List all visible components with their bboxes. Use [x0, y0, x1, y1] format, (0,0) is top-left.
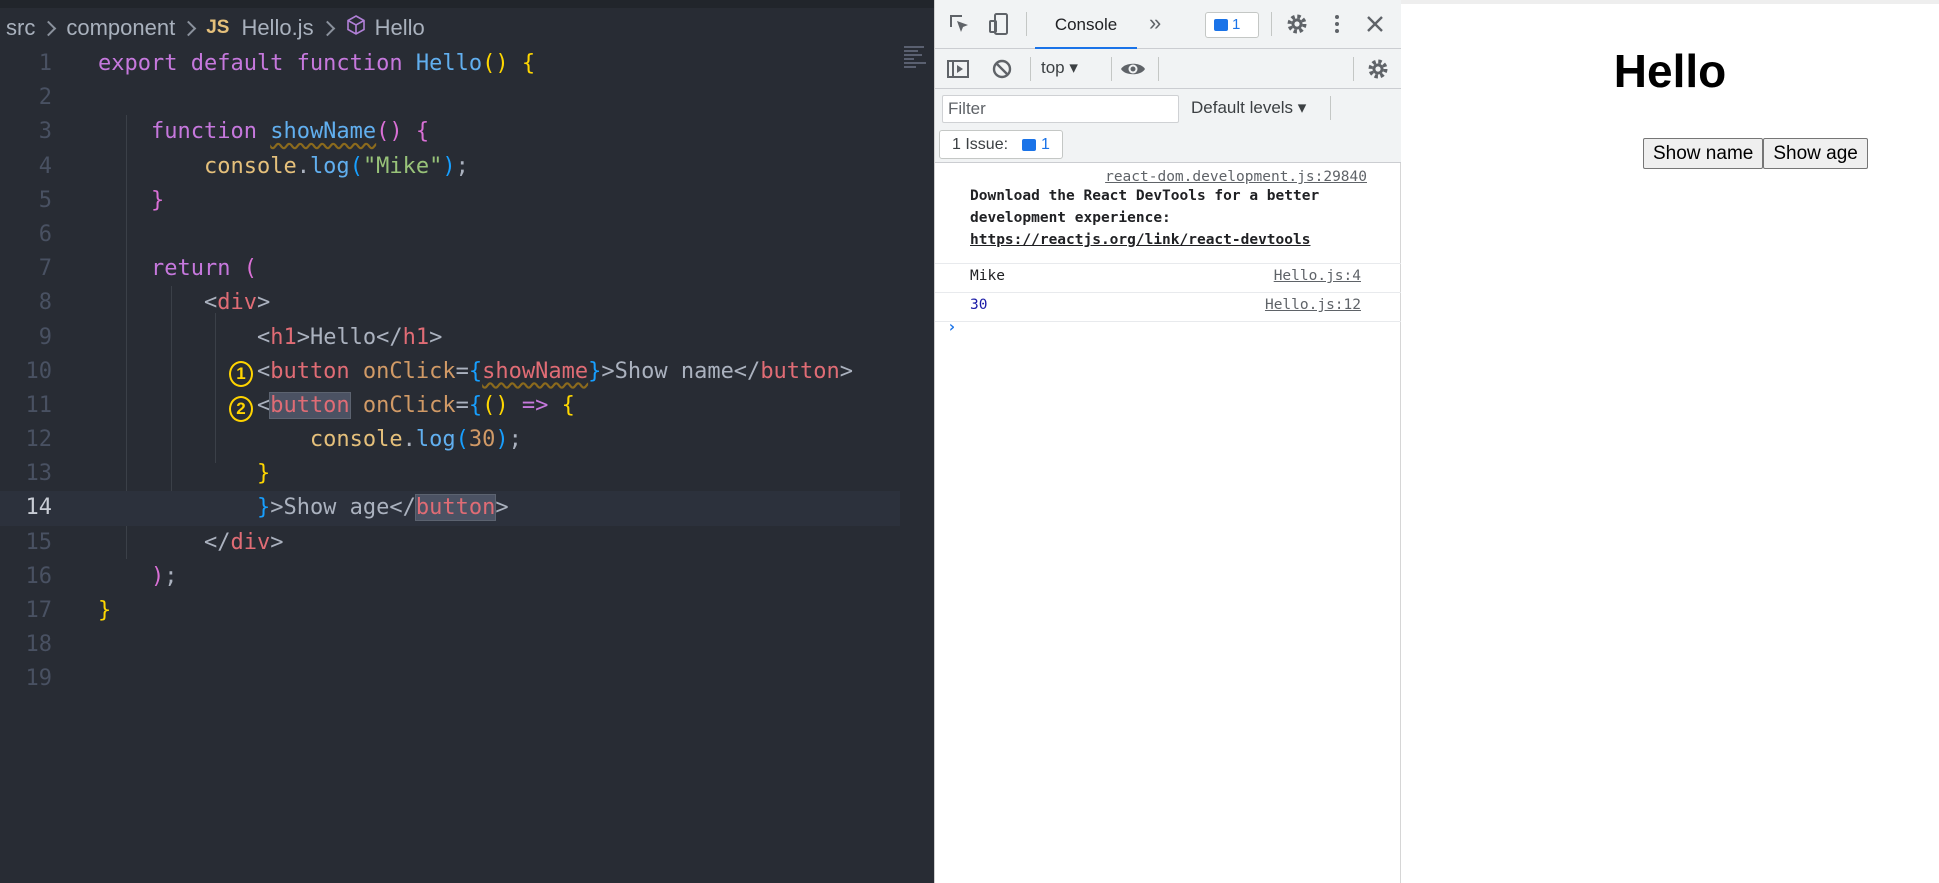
inspect-icon[interactable] — [947, 12, 971, 41]
clear-console-icon[interactable] — [990, 57, 1014, 86]
code-line: 3 function showName() { — [38, 119, 430, 145]
breadcrumb: src component JS Hello.js Hello — [6, 14, 425, 42]
console-settings-icon[interactable] — [1366, 57, 1390, 86]
code-line: 4 console.log("Mike"); — [38, 153, 469, 179]
console-message: Mike Hello.js:4 — [935, 264, 1401, 293]
code-line: 7 return ( — [38, 256, 257, 282]
breadcrumb-folder-component[interactable]: component — [66, 15, 175, 41]
annotation-circle-1: 1 — [229, 361, 253, 387]
close-icon[interactable] — [1363, 12, 1387, 41]
message-value: Mike — [970, 268, 1005, 284]
issues-button[interactable]: 1 Issue: 1 — [939, 130, 1063, 159]
code-line: 8 <div> — [38, 290, 271, 316]
code-area[interactable]: 1 export default function Hello() { 2 3 f… — [0, 47, 900, 697]
device-toggle-icon[interactable] — [987, 12, 1011, 41]
issues-bar: 1 Issue: 1 — [935, 127, 1401, 163]
console-messages: react-dom.development.js:29840 Download … — [935, 163, 1401, 336]
console-prompt[interactable]: › — [947, 317, 957, 336]
issues-icon — [1022, 139, 1036, 151]
issues-icon — [1214, 19, 1228, 31]
breadcrumb-file[interactable]: Hello.js — [241, 15, 313, 41]
console-message: react-dom.development.js:29840 Download … — [935, 163, 1401, 264]
code-line: 11 <button onClick={() => { — [25, 391, 575, 419]
issues-badge-button[interactable]: 1 — [1205, 12, 1259, 38]
message-value: 30 — [970, 297, 988, 313]
message-text: Download the React DevTools for a better… — [970, 188, 1320, 226]
code-line: 18 — [25, 632, 53, 658]
log-levels-select[interactable]: Default levels ▾ — [1191, 98, 1306, 118]
more-tabs-button[interactable]: » — [1149, 10, 1161, 36]
chevron-right-icon — [41, 20, 57, 36]
code-line: 15 </div> — [25, 529, 284, 555]
eye-icon[interactable] — [1120, 57, 1146, 86]
js-file-icon: JS — [206, 17, 230, 38]
context-select[interactable]: top ▾ — [1041, 58, 1078, 78]
code-line: 6 — [38, 221, 52, 247]
settings-icon[interactable] — [1285, 12, 1309, 41]
component-icon — [345, 14, 367, 42]
code-line: 10 <button onClick={showName}>Show name<… — [25, 358, 854, 384]
show-name-button[interactable]: Show name — [1643, 138, 1764, 169]
chevron-right-icon — [319, 20, 335, 36]
filter-input[interactable] — [942, 95, 1179, 123]
devtools-panel: Console » 1 top ▾ Filter Default levels … — [934, 0, 1401, 883]
message-source-link[interactable]: Hello.js:12 — [1265, 297, 1361, 313]
page-preview: Hello Show name Show age — [1401, 0, 1939, 883]
devtools-tab-bar: Console » 1 — [935, 0, 1401, 49]
code-line: 2 — [38, 85, 52, 111]
filter-bar: Default levels ▾ — [935, 89, 1401, 127]
tab-console[interactable]: Console — [1035, 12, 1137, 49]
button-group: Show name Show age — [1643, 138, 1868, 169]
console-message: 30 Hello.js:12 — [935, 293, 1401, 322]
breadcrumb-folder-src[interactable]: src — [6, 15, 35, 41]
sidebar-toggle-icon[interactable] — [946, 57, 970, 86]
chevron-right-icon — [180, 20, 197, 36]
more-vert-icon[interactable] — [1325, 12, 1349, 41]
page-heading: Hello — [1613, 45, 1727, 97]
message-source-link[interactable]: Hello.js:4 — [1274, 268, 1361, 284]
code-line: 1 export default function Hello() { — [38, 51, 536, 76]
code-line: 13 } — [25, 461, 271, 487]
code-line: 19 — [25, 666, 53, 692]
code-line: 12 console.log(30); — [25, 427, 522, 453]
code-line: 16 ); — [25, 563, 178, 589]
code-editor[interactable]: src component JS Hello.js Hello 1 export … — [0, 0, 934, 883]
code-line: 9 <h1>Hello</h1> — [38, 324, 443, 350]
breadcrumb-symbol[interactable]: Hello — [375, 15, 425, 41]
console-toolbar: top ▾ — [935, 49, 1401, 89]
minimap[interactable] — [904, 46, 928, 82]
code-line: 5 } — [38, 187, 165, 213]
react-devtools-link[interactable]: https://reactjs.org/link/react-devtools — [970, 232, 1310, 248]
message-source-link[interactable]: react-dom.development.js:29840 — [970, 169, 1367, 185]
code-line-current: 14 }>Show age</button> — [0, 491, 900, 526]
annotation-circle-2: 2 — [229, 396, 253, 422]
editor-tab-strip — [0, 0, 934, 8]
show-age-button[interactable]: Show age — [1763, 138, 1868, 169]
code-line: 17} — [25, 598, 112, 623]
